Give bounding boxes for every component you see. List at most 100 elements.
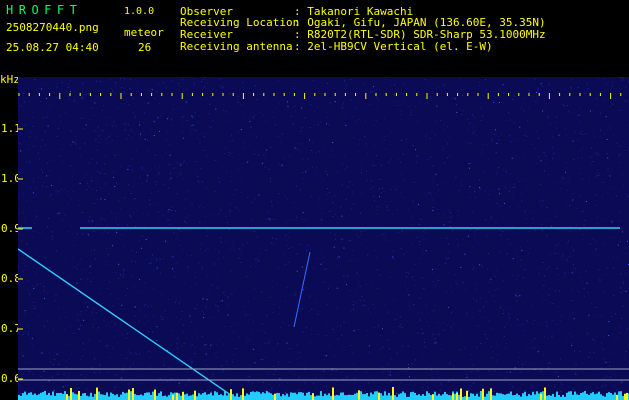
noise-speck (106, 311, 108, 313)
noise-speck (417, 91, 419, 93)
noise-speck (625, 100, 627, 102)
noise-speck (598, 173, 600, 175)
noise-speck (39, 145, 41, 147)
noise-speck (380, 192, 382, 194)
noise-speck (565, 105, 567, 107)
level-bar (208, 394, 210, 400)
noise-speck (308, 139, 310, 141)
noise-speck (619, 145, 621, 147)
noise-speck (323, 94, 325, 96)
noise-speck (322, 369, 324, 371)
noise-speck (306, 327, 307, 329)
noise-speck (176, 193, 178, 195)
noise-speck (557, 273, 559, 275)
level-bar (340, 392, 342, 400)
noise-speck (582, 362, 584, 364)
noise-speck (194, 82, 196, 84)
noise-speck (223, 292, 225, 294)
noise-speck (557, 375, 559, 377)
noise-speck (180, 245, 182, 246)
noise-speck (237, 101, 239, 103)
noise-speck (529, 248, 531, 249)
noise-speck (623, 289, 625, 291)
noise-speck (309, 295, 311, 297)
noise-speck (479, 81, 481, 83)
noise-speck (573, 250, 575, 252)
noise-speck (607, 129, 609, 131)
meteor-streak (293, 251, 311, 328)
noise-speck (50, 267, 51, 269)
noise-speck (111, 293, 113, 295)
level-bar (84, 393, 86, 400)
level-spike (482, 388, 484, 400)
noise-speck (89, 162, 90, 164)
noise-speck (81, 96, 83, 98)
noise-speck (126, 357, 128, 359)
noise-speck (178, 107, 180, 109)
noise-speck (419, 101, 421, 103)
noise-speck (22, 211, 24, 213)
level-bar (562, 394, 564, 400)
noise-speck (352, 304, 354, 306)
noise-speck (508, 191, 510, 192)
noise-speck (288, 247, 290, 249)
noise-speck (456, 115, 458, 116)
level-bar (42, 392, 44, 400)
noise-speck (95, 80, 97, 82)
noise-speck (560, 188, 562, 190)
noise-speck (625, 247, 626, 249)
noise-speck (440, 348, 442, 350)
noise-speck (510, 119, 511, 121)
noise-speck (292, 123, 294, 125)
noise-speck (364, 83, 366, 85)
noise-speck (168, 187, 170, 189)
noise-speck (21, 226, 22, 227)
noise-speck (409, 376, 410, 378)
noise-speck (619, 241, 621, 243)
noise-speck (254, 288, 256, 290)
noise-speck (220, 85, 221, 87)
noise-speck (73, 294, 75, 296)
noise-speck (76, 233, 78, 235)
level-spike (78, 391, 80, 400)
noise-speck (87, 233, 89, 235)
noise-speck (71, 234, 73, 236)
noise-speck (572, 270, 574, 272)
noise-speck (626, 253, 628, 255)
noise-speck (521, 249, 523, 251)
noise-speck (218, 177, 220, 179)
level-bar (316, 395, 318, 400)
noise-speck (544, 275, 545, 277)
noise-speck (384, 389, 386, 391)
noise-speck (548, 84, 550, 86)
noise-speck (608, 321, 610, 323)
noise-speck (320, 263, 322, 265)
noise-speck (83, 383, 85, 385)
noise-speck (112, 140, 114, 142)
noise-speck (276, 344, 278, 346)
noise-speck (406, 138, 407, 140)
noise-speck (448, 243, 449, 245)
noise-speck (357, 151, 359, 153)
noise-speck (70, 145, 72, 146)
level-bar (568, 391, 570, 400)
noise-speck (617, 244, 619, 246)
noise-speck (129, 88, 131, 90)
noise-speck (326, 303, 328, 305)
noise-speck (120, 207, 122, 209)
noise-speck (490, 278, 492, 280)
noise-speck (464, 348, 466, 349)
noise-speck (91, 188, 93, 190)
noise-speck (67, 230, 69, 232)
noise-speck (597, 153, 599, 155)
noise-speck (414, 359, 416, 361)
noise-speck (451, 292, 453, 294)
noise-speck (595, 240, 597, 242)
noise-speck (442, 149, 444, 150)
noise-speck (112, 126, 114, 128)
noise-speck (154, 371, 156, 373)
noise-speck (591, 338, 593, 340)
level-bar (434, 391, 436, 400)
noise-speck (551, 363, 553, 365)
noise-speck (213, 263, 215, 265)
